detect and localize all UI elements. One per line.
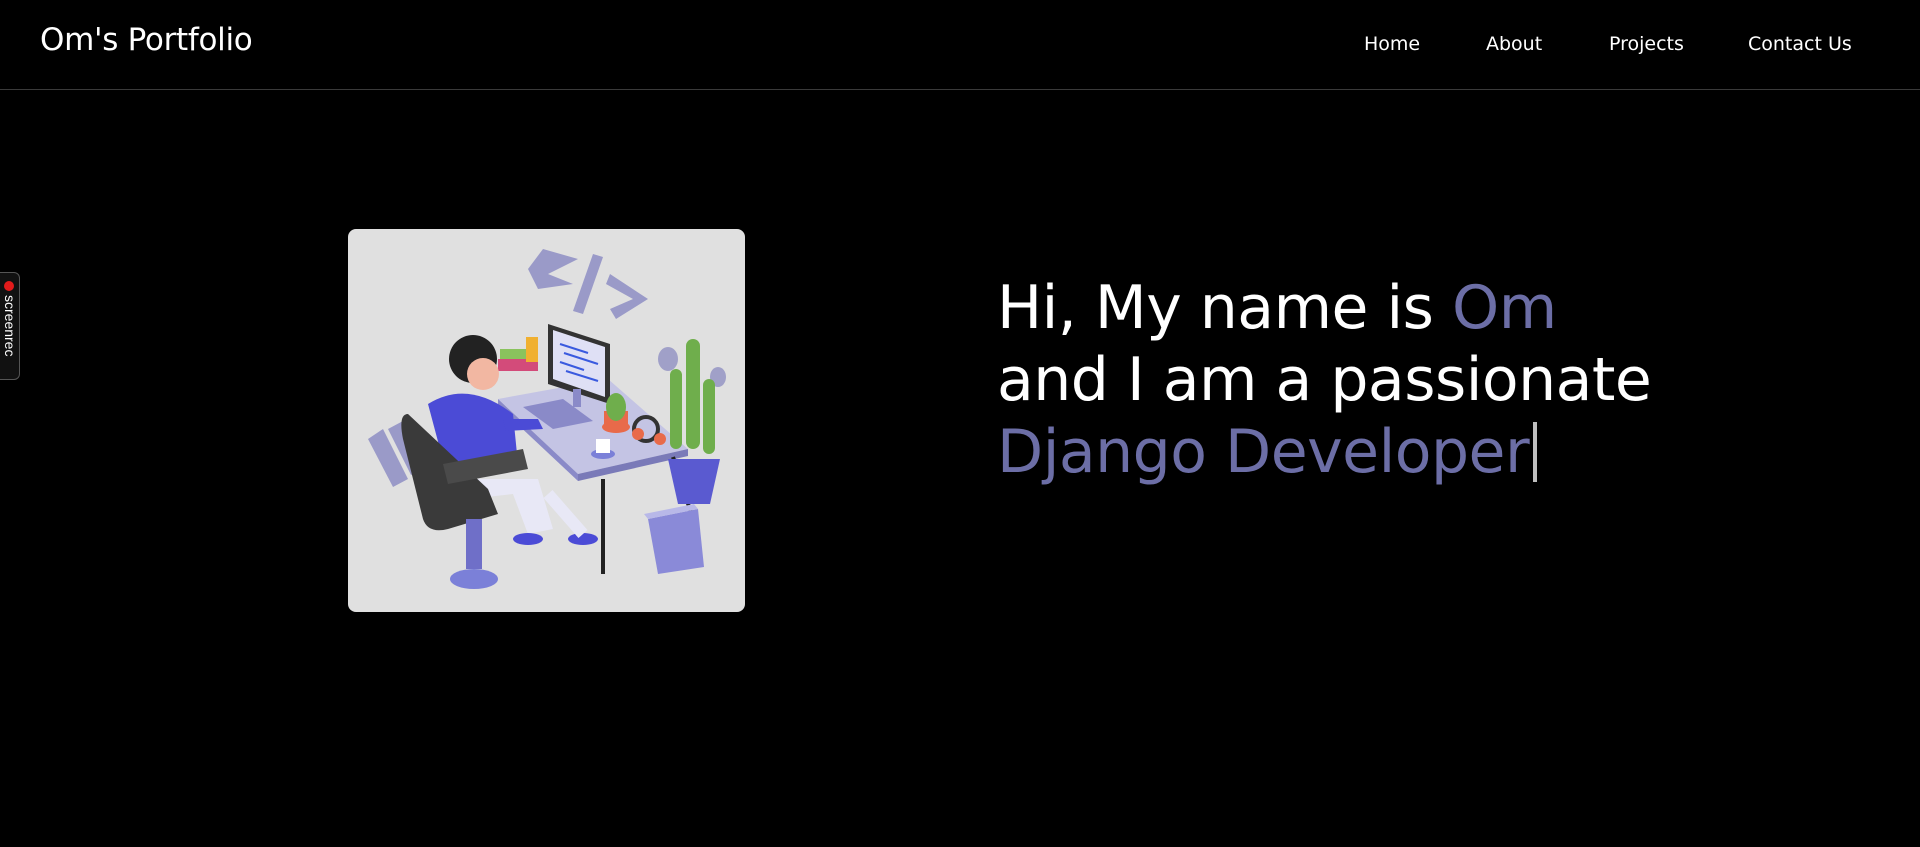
nav-home-link[interactable]: Home — [1364, 33, 1420, 55]
nav-contact-link[interactable]: Contact Us — [1748, 33, 1852, 55]
nav-links: Home About Projects Contact Us — [0, 33, 1920, 63]
hero-name: Om — [1452, 273, 1557, 343]
nav-about-link[interactable]: About — [1486, 33, 1542, 55]
record-dot-icon — [4, 281, 14, 291]
hero-line-1: Hi, My name is Om — [997, 272, 1697, 344]
screenrec-label: screenrec — [2, 295, 18, 357]
nav-projects-link[interactable]: Projects — [1609, 33, 1684, 55]
screenrec-tab[interactable]: screenrec — [0, 272, 20, 380]
hero-line-2: and I am a passionate — [997, 345, 1652, 415]
greeting-text: Hi, My name is — [997, 273, 1453, 343]
hero-role: Django Developer — [997, 417, 1530, 487]
hero-heading: Hi, My name is Om and I am a passionate … — [997, 272, 1697, 488]
developer-at-desk-icon — [368, 249, 726, 589]
typing-cursor — [1533, 422, 1538, 482]
hero-line-3: Django Developer — [997, 416, 1697, 488]
navbar: Om's Portfolio Home About Projects Conta… — [0, 0, 1920, 90]
developer-illustration — [348, 229, 745, 612]
